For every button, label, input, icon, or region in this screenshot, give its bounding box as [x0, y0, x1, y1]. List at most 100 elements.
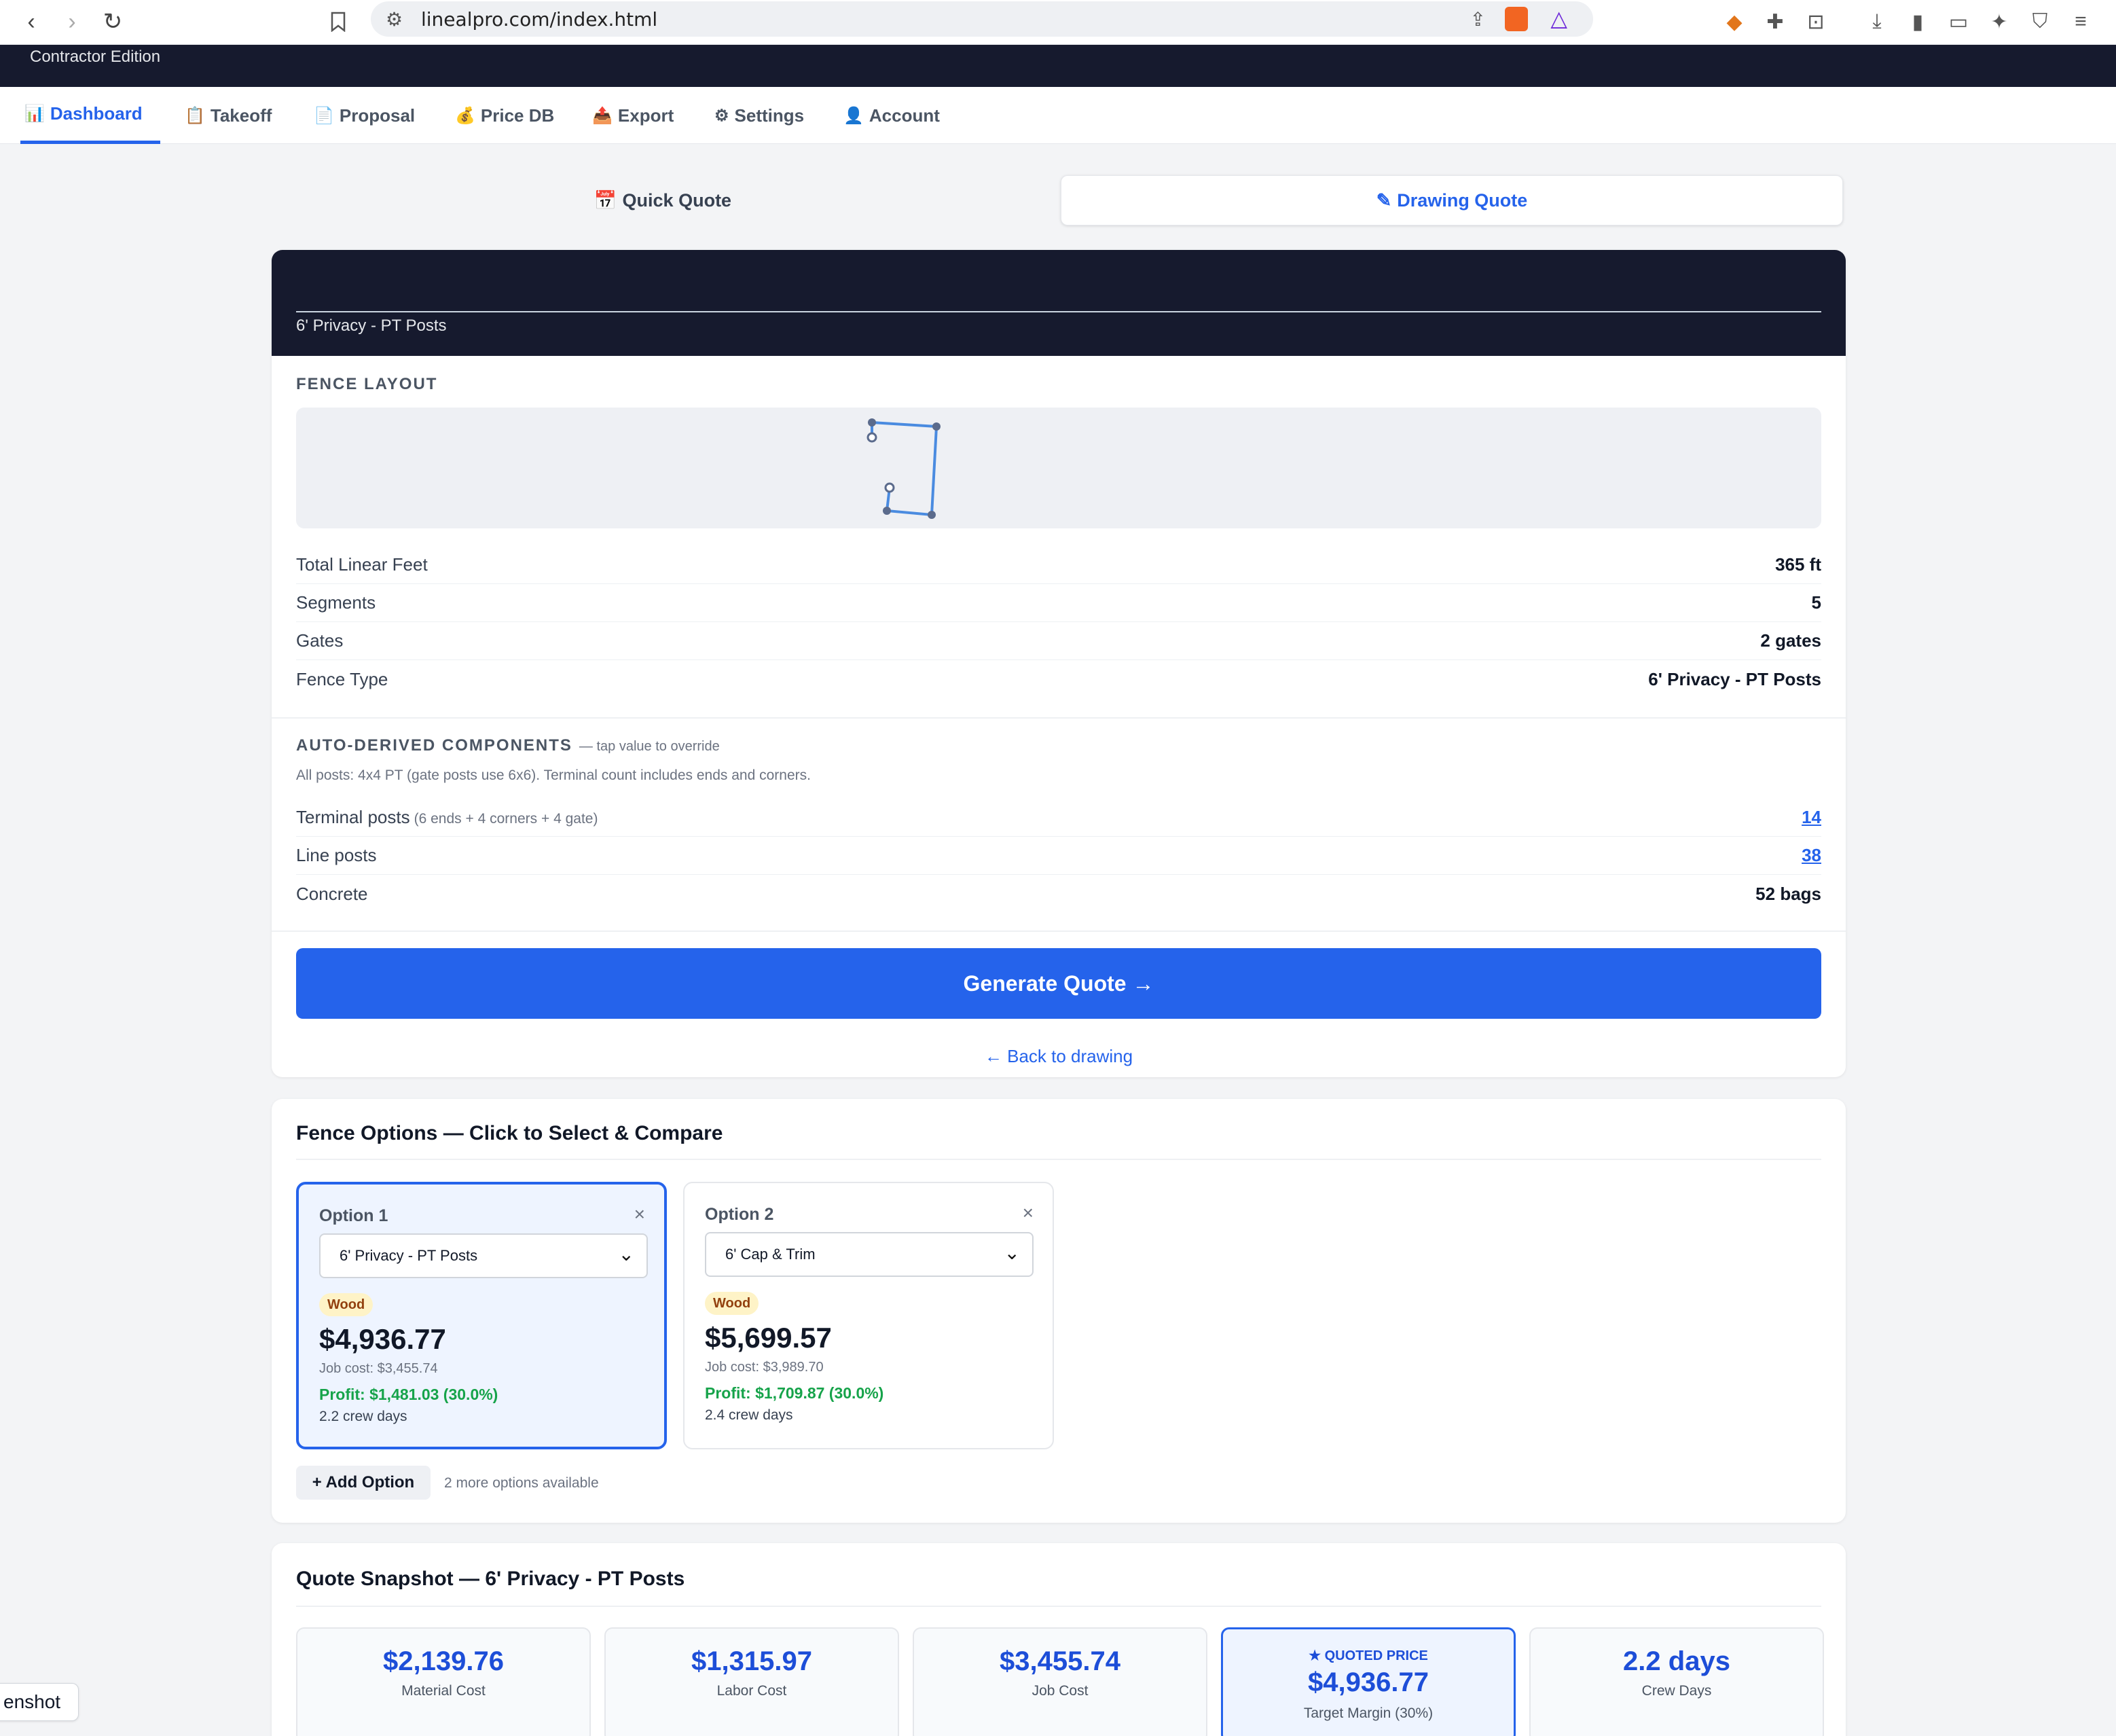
tab-settings[interactable]: ⚙ Settings	[710, 87, 808, 144]
rewards-icon[interactable]: △	[1550, 5, 1567, 31]
download-icon[interactable]: ⤓	[1861, 5, 1893, 38]
tab-account[interactable]: 👤 Account	[839, 87, 944, 144]
site-settings-icon[interactable]: ⚙	[386, 8, 403, 31]
fence-post-marker	[928, 511, 936, 519]
stat-material-cost: $2,139.76 Material Cost	[296, 1627, 591, 1736]
terminal-posts-override[interactable]: 14	[1802, 807, 1821, 828]
sidebar-icon[interactable]: ▮	[1901, 5, 1934, 38]
page-search-icon[interactable]: ⊡	[1800, 5, 1832, 38]
stat-label: Labor Cost	[716, 1683, 787, 1699]
card-divider	[296, 1606, 1821, 1607]
line-posts-override[interactable]: 38	[1802, 845, 1821, 866]
option-profit: Profit: $1,481.03 (30.0%)	[319, 1386, 498, 1403]
summary-label: Total Linear Feet	[296, 554, 428, 575]
stat-value: 2.2 days	[1623, 1646, 1730, 1676]
fence-end-marker	[884, 482, 895, 493]
tab-proposal[interactable]: 📄 Proposal	[310, 87, 419, 144]
component-row-line-posts: Line posts 38	[296, 837, 1821, 875]
wallet-icon[interactable]: ▭	[1942, 5, 1975, 38]
stat-labor-cost: $1,315.97 Labor Cost	[604, 1627, 899, 1736]
stat-label: Job Cost	[1032, 1683, 1089, 1699]
pencil-icon: ✎	[1376, 189, 1392, 211]
option-price: $4,936.77	[319, 1323, 446, 1355]
fence-options-title: Fence Options — Click to Select & Compar…	[296, 1122, 723, 1144]
url-text[interactable]: linealpro.com/index.html	[421, 8, 657, 31]
stat-label: Target Margin (30%)	[1303, 1705, 1434, 1721]
summary-value: 6' Privacy - PT Posts	[1648, 668, 1821, 689]
generate-quote-button[interactable]: Generate Quote →	[296, 948, 1821, 1019]
fence-post-marker	[883, 507, 891, 515]
summary-value: 2 gates	[1760, 630, 1821, 651]
component-row-concrete: Concrete 52 bags	[296, 875, 1821, 913]
option-crew-days: 2.2 crew days	[319, 1409, 407, 1424]
outbox-icon: 📤	[592, 106, 613, 125]
option-name: Option 2	[705, 1205, 774, 1224]
leo-ai-icon[interactable]: ✦	[1983, 5, 2015, 38]
fence-layout-preview[interactable]	[296, 408, 1821, 528]
tab-dashboard[interactable]: 📊 Dashboard	[20, 87, 160, 144]
extensions-icon[interactable]: ✚	[1759, 5, 1791, 38]
fence-type-select[interactable]: 6' Cap & Trim ⌄	[705, 1232, 1034, 1277]
stat-value: $3,455.74	[1000, 1646, 1120, 1676]
fence-post-marker	[868, 418, 876, 427]
fence-type-band: 6' Privacy - PT Posts	[272, 250, 1846, 356]
share-icon[interactable]: ⇪	[1470, 8, 1486, 31]
forward-icon[interactable]: ›	[56, 5, 88, 38]
quick-quote-label: Quick Quote	[622, 189, 732, 211]
back-to-drawing-link[interactable]: ← Back to drawing	[272, 1046, 1846, 1067]
add-option-button[interactable]: + Add Option	[296, 1466, 431, 1500]
menu-icon[interactable]: ≡	[2064, 5, 2097, 38]
close-icon[interactable]: ×	[1023, 1202, 1034, 1224]
drawing-quote-button[interactable]: ✎ Drawing Quote	[1061, 175, 1843, 225]
tab-label: Price DB	[480, 105, 555, 126]
component-name: Terminal posts	[296, 807, 410, 827]
tab-label: Export	[617, 105, 674, 126]
address-bar[interactable]: ⚙ linealpro.com/index.html ⇪ △	[371, 1, 1593, 37]
fence-type-select[interactable]: 6' Privacy - PT Posts ⌄	[319, 1233, 648, 1278]
fence-post-marker	[932, 422, 941, 431]
metamask-icon[interactable]: ◆	[1718, 5, 1751, 38]
app-header: Contractor Edition	[0, 45, 2116, 87]
vpn-icon[interactable]: ⛉	[2024, 5, 2056, 38]
tab-label: Account	[869, 105, 940, 126]
stat-value: $2,139.76	[383, 1646, 504, 1676]
quick-quote-button[interactable]: 📅 Quick Quote	[272, 175, 1054, 225]
document-icon: 📄	[314, 106, 334, 125]
option-name: Option 1	[319, 1206, 388, 1225]
card-divider	[296, 1159, 1821, 1160]
option-card-1[interactable]: Option 1 × 6' Privacy - PT Posts ⌄ Wood …	[296, 1182, 667, 1449]
calendar-icon: 📅	[594, 190, 617, 211]
summary-label: Gates	[296, 630, 344, 651]
components-title-text: AUTO-DERIVED COMPONENTS	[296, 736, 572, 755]
bookmark-icon[interactable]	[322, 5, 354, 38]
brave-shield-icon[interactable]	[1505, 7, 1528, 31]
fence-segments	[871, 421, 938, 517]
main-tabs: 📊 Dashboard 📋 Takeoff 📄 Proposal 💰 Price…	[0, 87, 2116, 144]
tab-takeoff[interactable]: 📋 Takeoff	[181, 87, 276, 144]
component-breakdown: (6 ends + 4 corners + 4 gate)	[414, 811, 598, 827]
chevron-down-icon: ⌄	[1004, 1242, 1020, 1263]
clipboard-icon: 📋	[185, 106, 205, 125]
close-icon[interactable]: ×	[634, 1204, 645, 1225]
reload-icon[interactable]: ↻	[96, 5, 129, 38]
tab-price-db[interactable]: 💰 Price DB	[451, 87, 558, 144]
tab-label: Takeoff	[210, 105, 272, 126]
screenshot-toast[interactable]: enshot	[0, 1683, 79, 1721]
chart-icon: 📊	[24, 105, 45, 123]
tab-export[interactable]: 📤 Export	[588, 87, 678, 144]
option-card-2[interactable]: Option 2 × 6' Cap & Trim ⌄ Wood $5,699.5…	[683, 1182, 1054, 1449]
material-badge: Wood	[319, 1293, 373, 1316]
components-hint: — tap value to override	[579, 739, 720, 754]
edition-label: Contractor Edition	[30, 48, 161, 66]
stat-quoted-price: ★ QUOTED PRICE $4,936.77 Target Margin (…	[1221, 1627, 1516, 1736]
quoted-price-kicker: ★ QUOTED PRICE	[1309, 1648, 1428, 1663]
back-icon[interactable]: ‹	[15, 5, 48, 38]
summary-row-gates: Gates 2 gates	[296, 622, 1821, 660]
components-title: AUTO-DERIVED COMPONENTS — tap value to ov…	[296, 736, 720, 755]
user-icon: 👤	[843, 106, 864, 125]
stat-label: Material Cost	[401, 1683, 486, 1699]
option-job-cost: Job cost: $3,455.74	[319, 1361, 438, 1376]
component-row-terminal-posts: Terminal posts (6 ends + 4 corners + 4 ga…	[296, 799, 1821, 837]
stat-value: $4,936.77	[1308, 1667, 1429, 1697]
fence-type-selected: 6' Privacy - PT Posts	[340, 1247, 478, 1264]
